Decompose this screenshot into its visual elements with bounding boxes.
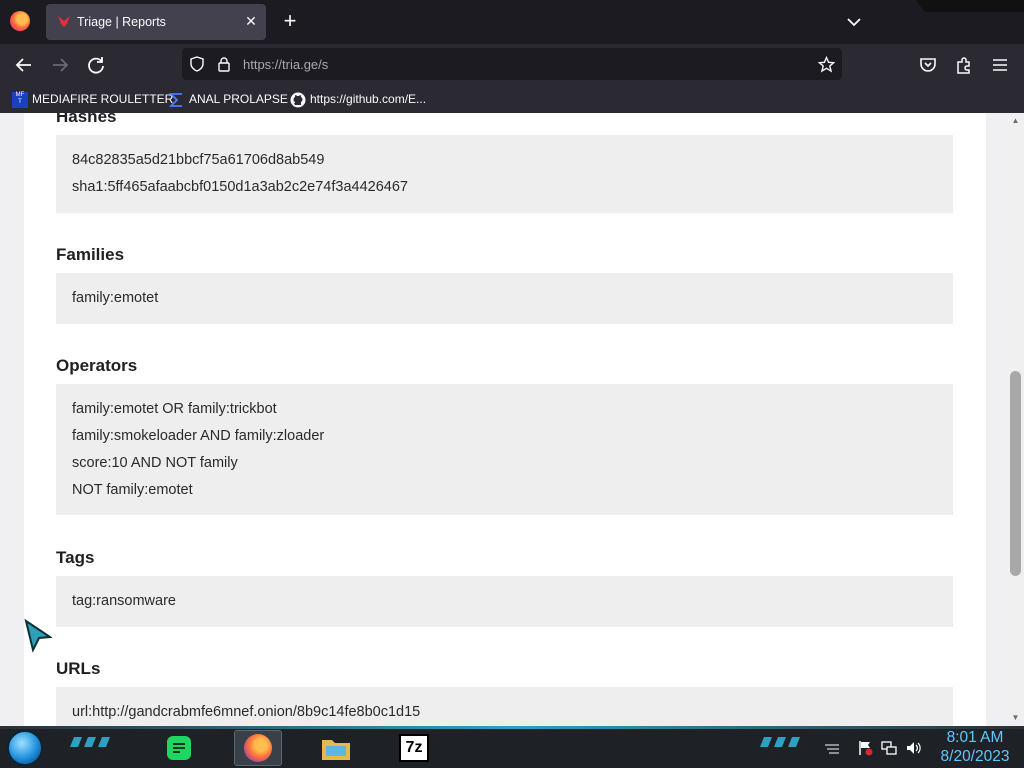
back-button[interactable] (13, 54, 35, 76)
firefox-menu-icon[interactable] (10, 11, 30, 31)
navigation-bar: https://tria.ge/s (0, 44, 1024, 85)
notes-app-icon (167, 736, 191, 760)
tab-triage-reports[interactable]: Triage | Reports ✕ (46, 4, 266, 40)
clock-date: 8/20/2023 (940, 748, 1010, 765)
section-title-operators: Operators (56, 356, 138, 375)
sigma-favicon-icon (169, 92, 182, 107)
tab-bar: Triage | Reports ✕ + (0, 0, 1024, 44)
hamburger-menu-icon[interactable] (989, 54, 1011, 76)
forward-button[interactable] (49, 54, 71, 76)
hash-sha1: sha1:5ff465afaabcbf0150d1a3ab2c2e74f3a44… (72, 179, 408, 195)
7zip-icon: 7z (399, 734, 429, 762)
bookmark-label: MEDIAFIRE ROULETTER (32, 92, 174, 106)
action-center-flag-icon[interactable] (857, 740, 873, 756)
scroll-down-arrow-icon[interactable]: ▼ (1011, 713, 1020, 722)
url-path: /s (318, 57, 329, 72)
extensions-icon[interactable] (953, 54, 975, 76)
section-title-urls: URLs (56, 659, 101, 678)
report-search-page: Hashes 84c82835a5d21bbcf75a61706d8ab549 … (24, 113, 986, 726)
section-title-tags: Tags (56, 548, 95, 567)
list-all-tabs-icon[interactable] (844, 12, 864, 32)
pocket-icon[interactable] (917, 54, 939, 76)
families-box: family:emotet (56, 273, 953, 324)
url-host: https://tria.ge (243, 57, 319, 72)
tab-title: Triage | Reports (77, 15, 166, 29)
mediafire-favicon-icon: MF T (12, 91, 28, 108)
section-title-families: Families (56, 245, 125, 264)
volume-icon[interactable] (905, 740, 921, 756)
reload-button[interactable] (85, 54, 107, 76)
bookmark-mediafire[interactable]: MF T MEDIAFIRE ROULETTER (12, 90, 173, 108)
notes-app-taskbar-button[interactable] (155, 730, 203, 766)
bookmark-label: https://github.com/E... (310, 92, 427, 106)
operator-example: family:smokeloader AND family:zloader (72, 428, 325, 444)
window-frame-decoration (916, 0, 1024, 12)
scroll-up-arrow-icon[interactable]: ▲ (1011, 116, 1020, 125)
network-icon[interactable] (881, 740, 897, 756)
page-viewport: Hashes 84c82835a5d21bbcf75a61706d8ab549 … (0, 113, 1024, 726)
taskbar-decoration (70, 737, 110, 747)
urls-box: url:http://gandcrabmfe6mnef.onion/8b9c14… (56, 687, 953, 726)
hash-md5: 84c82835a5d21bbcf75a61706d8ab549 (72, 152, 325, 168)
7zip-taskbar-button[interactable]: 7z (390, 730, 438, 766)
bookmark-label: ANAL PROLAPSE (189, 92, 288, 106)
operator-example: family:emotet OR family:trickbot (72, 401, 277, 417)
hashes-box: 84c82835a5d21bbcf75a61706d8ab549 sha1:5f… (56, 135, 953, 213)
tags-box: tag:ransomware (56, 576, 953, 627)
url-bar[interactable]: https://tria.ge/s (182, 48, 842, 80)
bookmark-github[interactable]: https://github.com/E... (290, 90, 426, 108)
triage-favicon-icon (58, 16, 70, 27)
operator-example: score:10 AND NOT family (72, 455, 238, 471)
family-example: family:emotet (72, 290, 159, 306)
bookmark-star-icon[interactable] (818, 56, 835, 73)
clock-time: 8:01 AM (946, 729, 1004, 746)
url-text[interactable]: https://tria.ge/s (243, 57, 328, 72)
taskbar-decoration (760, 737, 800, 747)
operators-box: family:emotet OR family:trickbot family:… (56, 384, 953, 515)
bookmark-sigma[interactable]: ANAL PROLAPSE (169, 90, 288, 108)
system-clock[interactable]: 8:01 AM 8/20/2023 (930, 728, 1020, 766)
taskbar: 7z 8:01 AM 8/20/2023 (0, 726, 1024, 768)
firefox-taskbar-button[interactable] (234, 730, 282, 766)
tag-example: tag:ransomware (72, 593, 176, 609)
vertical-scrollbar[interactable]: ▲ ▼ (1007, 113, 1024, 726)
tray-overflow-icon[interactable] (824, 740, 840, 756)
url-example: url:http://gandcrabmfe6mnef.onion/8b9c14… (72, 704, 421, 720)
file-explorer-taskbar-button[interactable] (312, 730, 360, 766)
new-tab-button[interactable]: + (279, 10, 301, 33)
file-explorer-icon (322, 740, 350, 760)
operator-example: NOT family:emotet (72, 482, 193, 498)
scrollbar-thumb[interactable] (1010, 371, 1021, 576)
close-tab-icon[interactable]: ✕ (242, 12, 260, 30)
lock-icon[interactable] (216, 56, 232, 72)
taskbar-accent-strip (0, 726, 1024, 729)
firefox-icon (244, 734, 272, 762)
shield-icon[interactable] (189, 56, 205, 72)
bookmarks-toolbar: MF T MEDIAFIRE ROULETTER ANAL PROLAPSE ht… (0, 85, 1024, 113)
start-button[interactable] (7, 730, 43, 766)
github-favicon-icon (290, 92, 306, 108)
section-title-hashes: Hashes (56, 113, 117, 126)
mouse-cursor-icon (24, 619, 52, 653)
